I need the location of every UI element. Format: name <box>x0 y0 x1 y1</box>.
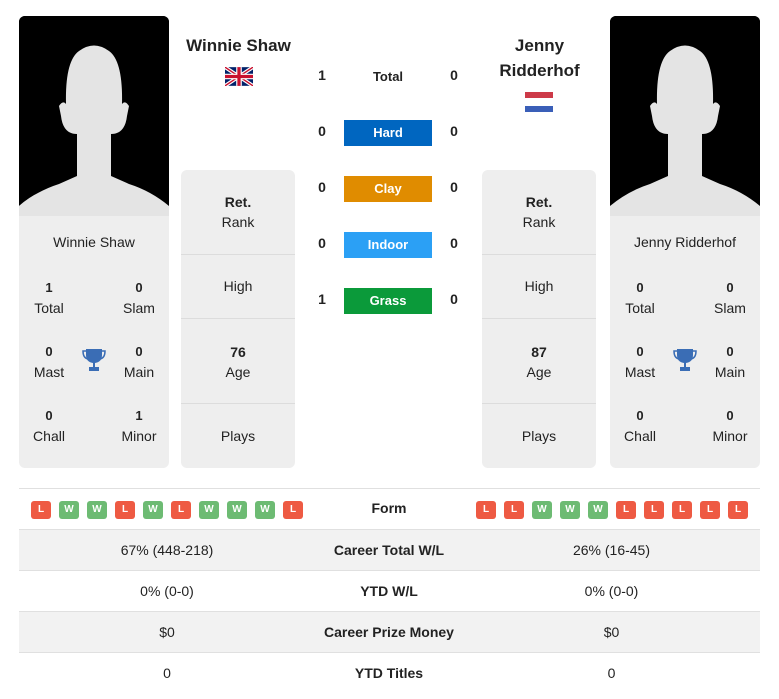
divider <box>482 318 596 319</box>
player1-info-panel: Ret. Rank High 76 Age Plays <box>181 170 295 468</box>
player1-card: Winnie Shaw 1 Total 0 Slam 0 Mast 0 Main… <box>19 16 169 468</box>
form-result-badge[interactable]: W <box>143 501 163 519</box>
form-result-badge[interactable]: W <box>59 501 79 519</box>
stat-p1-value: $0 <box>159 624 175 640</box>
divider <box>181 318 295 319</box>
age-cell: 76 Age <box>225 344 251 380</box>
player2-card: Jenny Ridderhof 0 Total 0 Slam 0 Mast 0 … <box>610 16 760 468</box>
divider <box>482 403 596 404</box>
titles-mast: 0 Mast <box>33 344 65 380</box>
gb-flag-icon <box>223 65 255 89</box>
titles-minor: 1 Minor <box>121 408 157 444</box>
titles-mast: 0 Mast <box>624 344 656 380</box>
stat-p2-value: 0 <box>607 665 616 681</box>
silhouette-icon <box>610 16 760 216</box>
h2h-grass-p1: 1 <box>318 291 326 307</box>
plays-cell: Plays <box>220 428 256 444</box>
player2-photo[interactable] <box>610 16 760 216</box>
stat-p1-value: 0% (0-0) <box>140 583 194 599</box>
high-cell: High <box>223 278 253 294</box>
h2h-hard-p2: 0 <box>450 123 458 139</box>
form-label: Form <box>371 500 407 516</box>
stat-label: YTD W/L <box>360 583 418 599</box>
stat-label: Career Total W/L <box>333 542 445 558</box>
form-result-badge[interactable]: W <box>560 501 580 519</box>
age-cell: 87 Age <box>526 344 552 380</box>
h2h-indoor-p2: 0 <box>450 235 458 251</box>
titles-slam: 0 Slam <box>714 280 746 316</box>
surface-clay-badge[interactable]: Clay <box>344 176 432 202</box>
form-result-badge[interactable]: W <box>588 501 608 519</box>
surface-indoor-badge[interactable]: Indoor <box>344 232 432 258</box>
stat-label: Career Prize Money <box>324 624 454 640</box>
h2h-hard-p1: 0 <box>318 123 326 139</box>
titles-minor: 0 Minor <box>712 408 748 444</box>
player1-photo[interactable] <box>19 16 169 216</box>
titles-chall: 0 Chall <box>624 408 656 444</box>
titles-main: 0 Main <box>123 344 155 380</box>
form-result-badge[interactable]: W <box>87 501 107 519</box>
surface-hard-badge[interactable]: Hard <box>344 120 432 146</box>
form-result-badge[interactable]: W <box>532 501 552 519</box>
stat-p2-value: 0% (0-0) <box>584 583 639 599</box>
form-result-badge[interactable]: L <box>700 501 720 519</box>
form-result-badge[interactable]: L <box>171 501 191 519</box>
trophy-icon <box>673 347 697 373</box>
high-cell: High <box>524 278 554 294</box>
player2-info-panel: Ret. Rank High 87 Age Plays <box>482 170 596 468</box>
player2-name: Jenny Ridderhof <box>634 234 736 250</box>
h2h-grass-p2: 0 <box>450 291 458 307</box>
player2-titles: 0 Total 0 Slam 0 Mast 0 Main 0 Chall 0 M… <box>610 278 760 458</box>
silhouette-icon <box>19 16 169 216</box>
form-result-badge[interactable]: L <box>644 501 664 519</box>
form-result-badge[interactable]: L <box>672 501 692 519</box>
h2h-clay-p1: 0 <box>318 179 326 195</box>
form-result-badge[interactable]: L <box>476 501 496 519</box>
h2h-total-p2: 0 <box>450 67 458 83</box>
rank-cell: Ret. Rank <box>522 194 556 230</box>
stats-row: 0 YTD Titles 0 <box>19 653 760 694</box>
titles-total: 1 Total <box>34 280 64 316</box>
stats-row: 67% (448-218) Career Total W/L 26% (16-4… <box>19 530 760 571</box>
nl-flag-icon <box>525 92 553 115</box>
titles-slam: 0 Slam <box>123 280 155 316</box>
plays-cell: Plays <box>521 428 557 444</box>
form-result-badge[interactable]: L <box>31 501 51 519</box>
h2h-indoor-p1: 0 <box>318 235 326 251</box>
player1-titles: 1 Total 0 Slam 0 Mast 0 Main 0 Chall 1 M… <box>19 278 169 458</box>
divider <box>482 254 596 255</box>
h2h-clay-p2: 0 <box>450 179 458 195</box>
form-result-badge[interactable]: L <box>283 501 303 519</box>
form-result-badge[interactable]: L <box>728 501 748 519</box>
divider <box>181 254 295 255</box>
h2h-total-p1: 1 <box>318 67 326 83</box>
form-result-badge[interactable]: W <box>227 501 247 519</box>
stat-p2-value: 26% (16-45) <box>572 542 651 558</box>
stats-row: 0% (0-0) YTD W/L 0% (0-0) <box>19 571 760 612</box>
rank-cell: Ret. Rank <box>221 194 255 230</box>
divider <box>181 403 295 404</box>
trophy-icon <box>82 347 106 373</box>
titles-main: 0 Main <box>714 344 746 380</box>
player1-header-name[interactable]: Winnie Shaw <box>176 33 301 58</box>
form-result-badge[interactable]: W <box>199 501 219 519</box>
stats-row: $0 Career Prize Money $0 <box>19 612 760 653</box>
form-result-badge[interactable]: L <box>616 501 636 519</box>
divider <box>19 488 760 489</box>
player1-name: Winnie Shaw <box>53 234 135 250</box>
stat-p1-value: 0 <box>163 665 171 681</box>
titles-total: 0 Total <box>625 280 655 316</box>
titles-chall: 0 Chall <box>33 408 65 444</box>
form-result-badge[interactable]: L <box>504 501 524 519</box>
form-result-badge[interactable]: L <box>115 501 135 519</box>
player2-header-name[interactable]: Jenny Ridderhof <box>482 33 597 83</box>
stat-p1-value: 67% (448-218) <box>120 542 214 558</box>
form-result-badge[interactable]: W <box>255 501 275 519</box>
h2h-total-label: Total <box>372 69 404 84</box>
stat-label: YTD Titles <box>354 665 424 681</box>
surface-grass-badge[interactable]: Grass <box>344 288 432 314</box>
stat-p2-value: $0 <box>603 624 620 640</box>
